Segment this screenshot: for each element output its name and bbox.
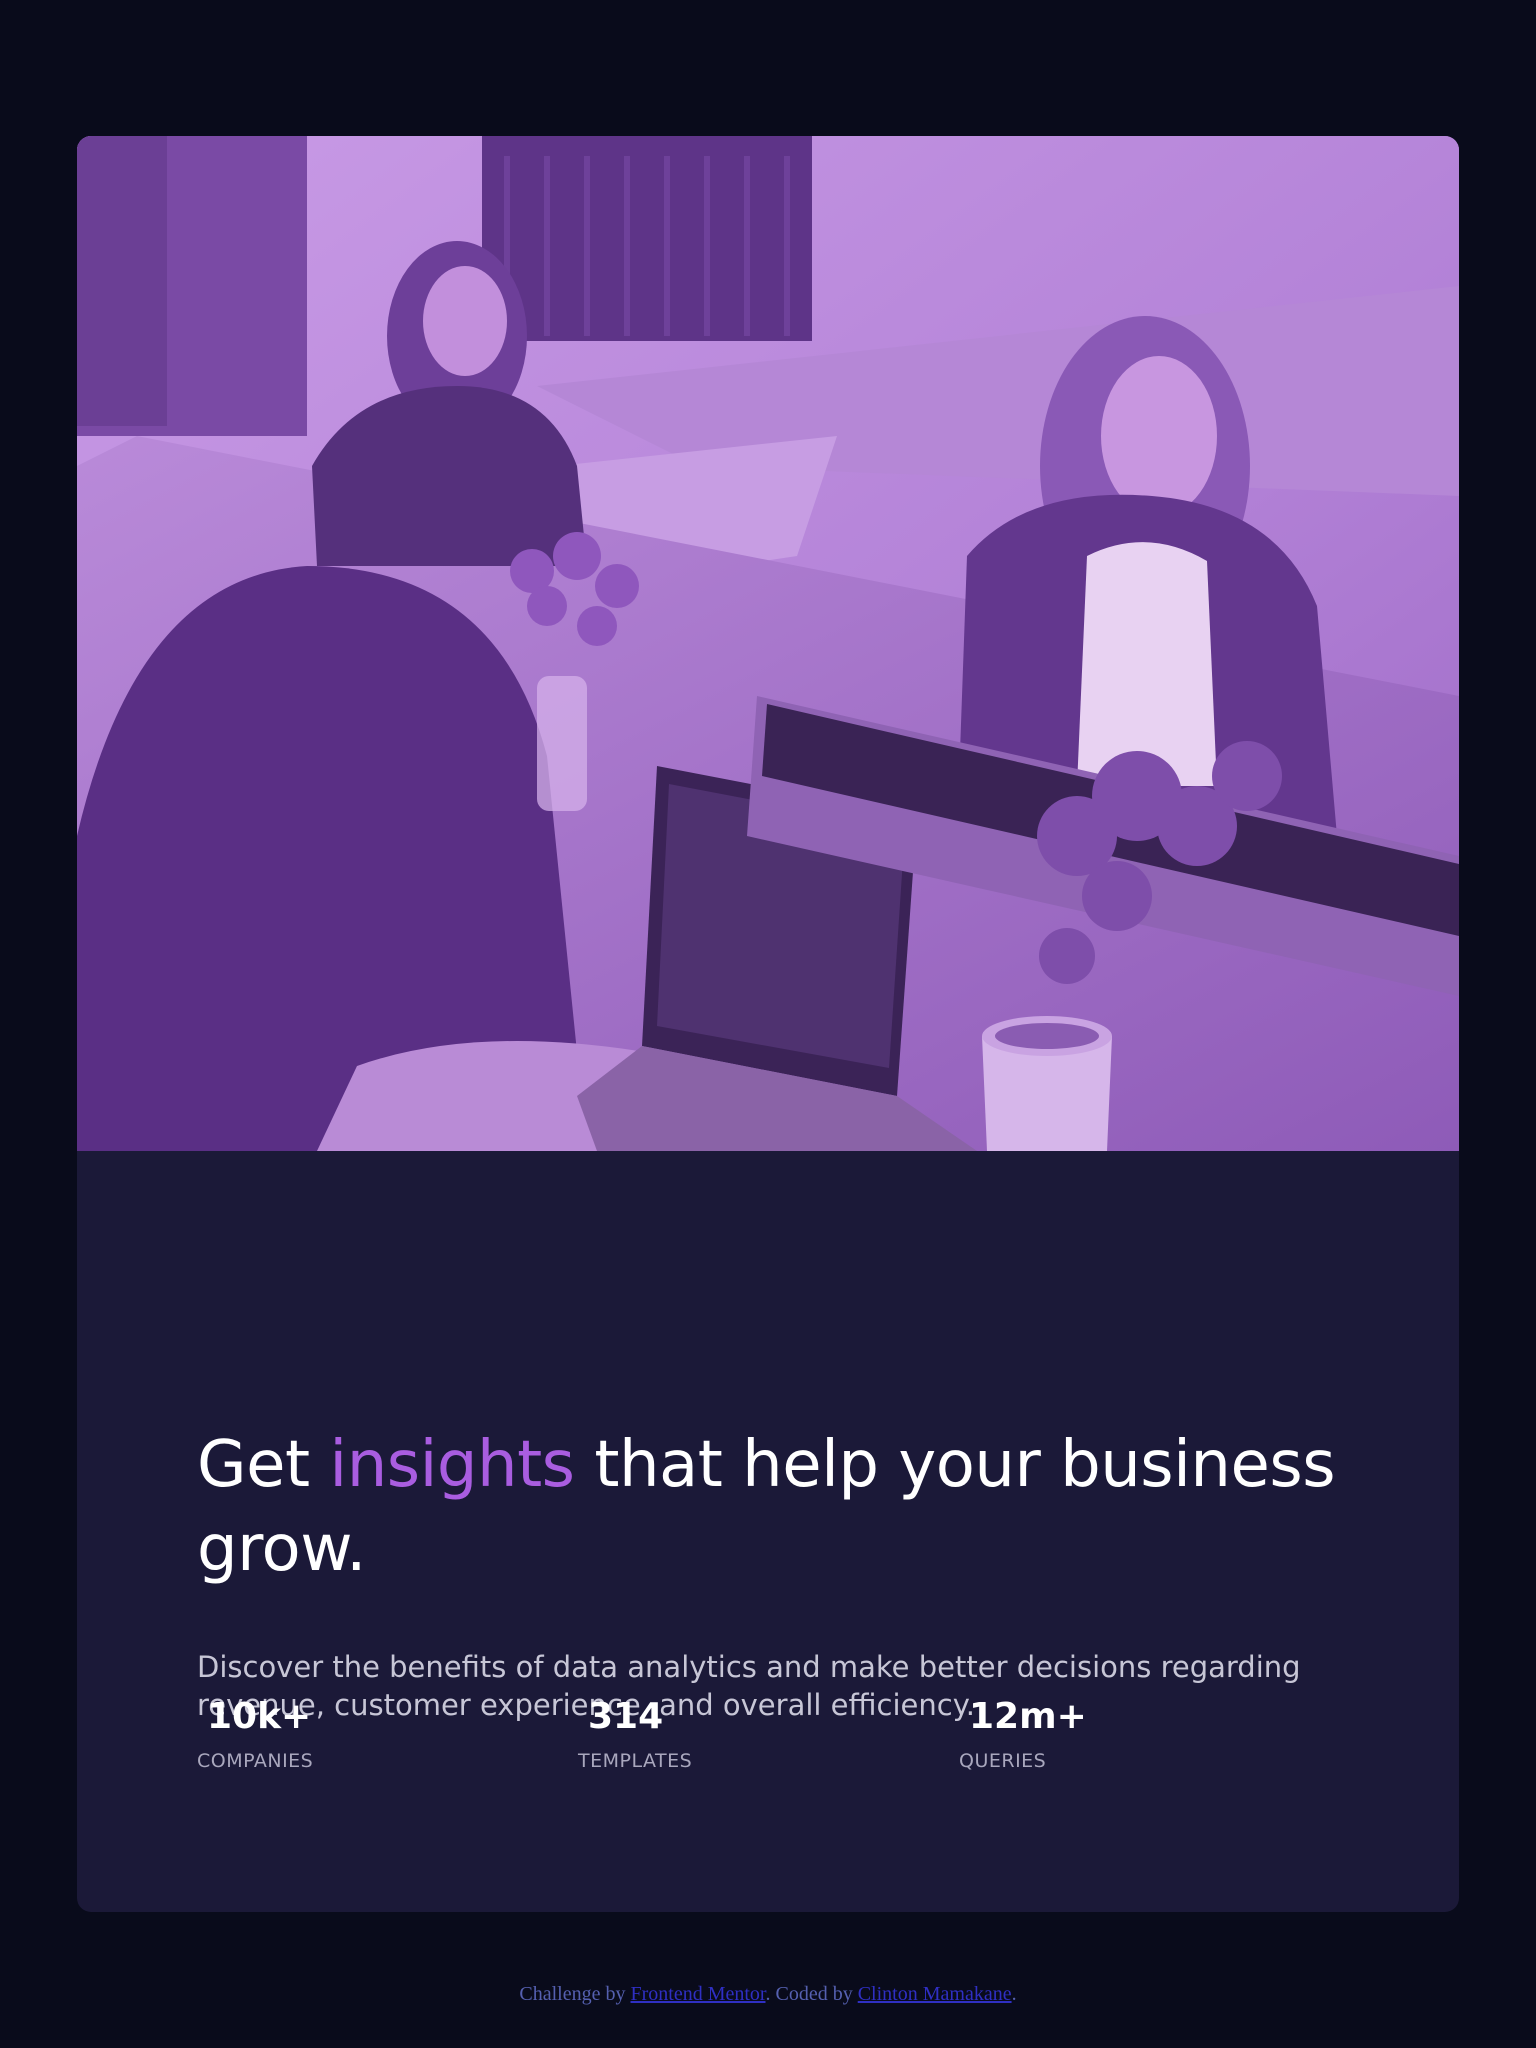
hero-image [77,136,1459,1151]
headline: Get insights that help your business gro… [197,1423,1357,1591]
attribution-suffix: . [1011,1983,1017,2005]
headline-accent: insights [329,1428,575,1502]
stat-label: QUERIES [959,1750,1047,1772]
stat-value: 314 [588,1696,664,1737]
description: Discover the benefits of data analytics … [197,1650,1301,1722]
stat-value: 10k+ [207,1696,312,1737]
attribution: Challenge by Frontend Mentor. Coded by C… [0,1980,1536,2008]
office-photo-illustration [77,136,1459,1151]
author-link[interactable]: Clinton Mamakane [858,1983,1012,2005]
attribution-middle: . Coded by [765,1983,853,2005]
frontend-mentor-link[interactable]: Frontend Mentor [631,1983,766,2005]
headline-start: Get [197,1428,310,1502]
stats-preview-card: Get insights that help your business gro… [77,136,1459,1912]
attribution-prefix: Challenge by [519,1983,626,2005]
stat-label: TEMPLATES [578,1750,693,1772]
stat-value: 12m+ [969,1696,1087,1737]
stat-label: COMPANIES [197,1750,314,1772]
